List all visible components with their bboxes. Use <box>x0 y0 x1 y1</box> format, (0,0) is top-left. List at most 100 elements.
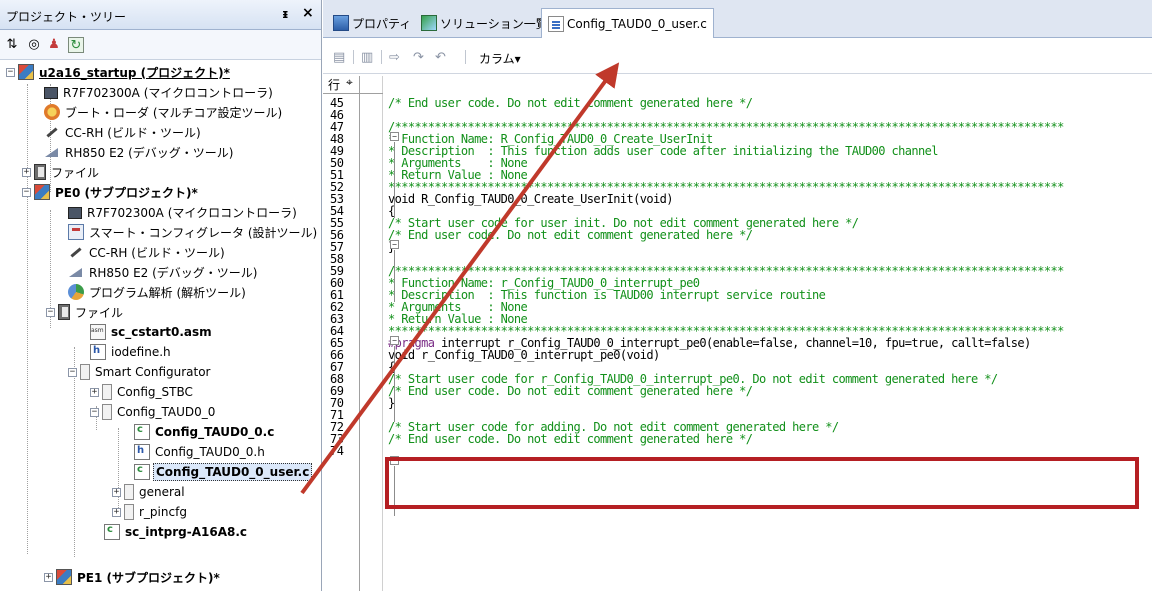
build-tool-icon <box>44 124 60 140</box>
tree-item-smart-configurator[interactable]: スマート・コンフィグレータ (設計ツール) <box>68 222 319 242</box>
project-icon <box>18 64 34 80</box>
bookmark-next-icon[interactable]: ▥ <box>361 50 373 65</box>
collapse-icon[interactable]: − <box>46 307 55 317</box>
tree-item-file[interactable]: Config_TAUD0_0.h <box>134 442 267 462</box>
tree-item-folder[interactable]: − Config_TAUD0_0 <box>90 402 217 422</box>
folder-icon <box>124 504 134 520</box>
undo-icon[interactable]: ↶ <box>435 50 446 65</box>
fold-toggle-icon[interactable]: − <box>390 132 399 141</box>
debug-tool-icon <box>68 264 84 280</box>
tree-item-folder[interactable]: + general <box>112 482 187 502</box>
mark-gutter <box>361 76 383 591</box>
user-icon[interactable]: ♟ <box>46 37 62 53</box>
expand-icon[interactable]: + <box>22 167 31 177</box>
folder-icon <box>34 164 46 180</box>
tree-item-program-analysis[interactable]: プログラム解析 (解析ツール) <box>68 282 248 302</box>
tree-item-debug-tool[interactable]: RH850 E2 (デバッグ・ツール) <box>68 262 259 282</box>
header-file-icon <box>134 444 150 460</box>
tree-item-file[interactable]: iodefine.h <box>90 342 173 362</box>
close-icon[interactable]: × <box>302 5 314 21</box>
expand-icon[interactable]: + <box>112 487 121 497</box>
analysis-icon <box>68 284 84 300</box>
project-icon <box>56 569 72 585</box>
tree-item-microcontroller[interactable]: R7F702300A (マイクロコントローラ) <box>68 202 299 222</box>
sort-icon[interactable]: ⇅ <box>4 37 20 53</box>
document-icon <box>548 15 564 32</box>
collapse-icon[interactable]: − <box>6 67 15 77</box>
folder-icon <box>102 384 112 400</box>
redo-icon[interactable]: ↷ <box>413 50 424 65</box>
tab-properties[interactable]: プロパティ <box>327 9 417 37</box>
folder-icon <box>58 304 70 320</box>
tree-item-folder[interactable]: + r_pincfg <box>112 502 189 522</box>
header-file-icon <box>90 344 106 360</box>
settings-icon[interactable]: ◎ <box>26 37 42 53</box>
folder-icon <box>124 484 134 500</box>
folder-icon <box>80 364 90 380</box>
c-file-icon <box>104 524 120 540</box>
project-tree: − u2a16_startup (プロジェクト)* R7F702300A (マイ… <box>0 62 321 591</box>
c-file-icon <box>134 424 150 440</box>
editor-tab-strip: プロパティ ソリューション一覧 Config_TAUD0_0_user.c <box>323 0 1152 38</box>
build-tool-icon <box>68 244 84 260</box>
code-line: /* End user code. Do not edit comment ge… <box>388 432 753 446</box>
column-menu[interactable]: カラム▾ <box>479 50 521 67</box>
tree-item-files[interactable]: + ファイル <box>22 162 101 182</box>
expand-icon[interactable]: + <box>90 387 99 397</box>
expand-icon[interactable]: + <box>112 507 121 517</box>
line-header: 行 <box>328 78 341 92</box>
code-line: void r_Config_TAUD0_0_interrupt_pe0(void… <box>388 348 660 362</box>
tree-item-debug-tool[interactable]: RH850 E2 (デバッグ・ツール) <box>44 142 235 162</box>
collapse-icon[interactable]: − <box>22 187 31 197</box>
chip-icon <box>68 207 82 219</box>
chip-icon <box>44 87 58 99</box>
code-line: void R_Config_TAUD0_0_Create_UserInit(vo… <box>388 192 673 206</box>
expand-icon[interactable]: + <box>44 572 53 582</box>
c-file-icon <box>134 464 150 480</box>
fold-toggle-icon[interactable]: − <box>390 336 399 345</box>
tree-item-microcontroller[interactable]: R7F702300A (マイクロコントローラ) <box>44 82 275 102</box>
tree-item-folder[interactable]: − Smart Configurator <box>68 362 213 382</box>
tree-item-boot-loader[interactable]: ブート・ローダ (マルチコア設定ツール) <box>44 102 284 122</box>
debug-tool-icon <box>44 144 60 160</box>
panel-title: プロジェクト・ツリー <box>6 10 127 24</box>
project-tree-panel: プロジェクト・ツリー ᵻ × ⇅ ◎ ♟ ↻ − u2a16_startup (… <box>0 0 322 591</box>
tree-item-folder[interactable]: + Config_STBC <box>90 382 195 402</box>
code-line: /* End user code. Do not edit comment ge… <box>388 228 753 242</box>
bookmark-icon[interactable]: ▤ <box>333 50 345 65</box>
asm-file-icon <box>90 324 106 340</box>
collapse-icon[interactable]: − <box>68 367 77 377</box>
boot-icon <box>44 104 60 120</box>
tree-item-file[interactable]: sc_intprg-A16A8.c <box>104 522 249 542</box>
pin-icon[interactable]: ᵻ <box>282 7 289 21</box>
project-icon <box>34 184 50 200</box>
tree-item-files[interactable]: − ファイル <box>46 302 125 322</box>
highlight-box <box>385 457 1139 509</box>
collapse-icon[interactable]: − <box>90 407 99 417</box>
refresh-icon[interactable]: ↻ <box>68 37 84 53</box>
tree-item-project[interactable]: − u2a16_startup (プロジェクト)* <box>6 62 232 82</box>
code-line: /* End user code. Do not edit comment ge… <box>388 96 753 110</box>
tree-item-build-tool[interactable]: CC-RH (ビルド・ツール) <box>44 122 203 142</box>
tree-item-subproject-pe1[interactable]: + PE1 (サブプロジェクト)* <box>44 567 222 587</box>
mark-header-icon: ⌖ <box>346 75 353 89</box>
gutter-header: 行 ⌖ <box>326 75 364 92</box>
tree-item-file[interactable]: sc_cstart0.asm <box>90 322 214 342</box>
editor-toolbar: ▤ ▥ ⇨ ↷ ↶ カラム▾ <box>323 38 1152 74</box>
properties-icon <box>333 15 349 31</box>
fold-toggle-icon[interactable]: − <box>390 240 399 249</box>
configurator-icon <box>68 224 84 240</box>
folder-icon <box>102 404 112 420</box>
tree-toolbar: ⇅ ◎ ♟ ↻ <box>0 30 321 60</box>
tree-item-build-tool[interactable]: CC-RH (ビルド・ツール) <box>68 242 227 262</box>
tab-config-taud0-0-user-c[interactable]: Config_TAUD0_0_user.c <box>541 8 714 38</box>
code-line: /* End user code. Do not edit comment ge… <box>388 384 753 398</box>
tree-item-subproject-pe0[interactable]: − PE0 (サブプロジェクト)* <box>22 182 200 202</box>
solution-icon <box>421 15 437 31</box>
panel-title-bar: プロジェクト・ツリー ᵻ × <box>0 0 321 30</box>
tab-solution-list[interactable]: ソリューション一覧 <box>415 9 554 37</box>
forward-icon[interactable]: ⇨ <box>389 50 400 65</box>
tree-item-file-selected[interactable]: Config_TAUD0_0_user.c <box>134 462 313 482</box>
line-number: 74 <box>330 444 344 458</box>
tree-item-file[interactable]: Config_TAUD0_0.c <box>134 422 276 442</box>
